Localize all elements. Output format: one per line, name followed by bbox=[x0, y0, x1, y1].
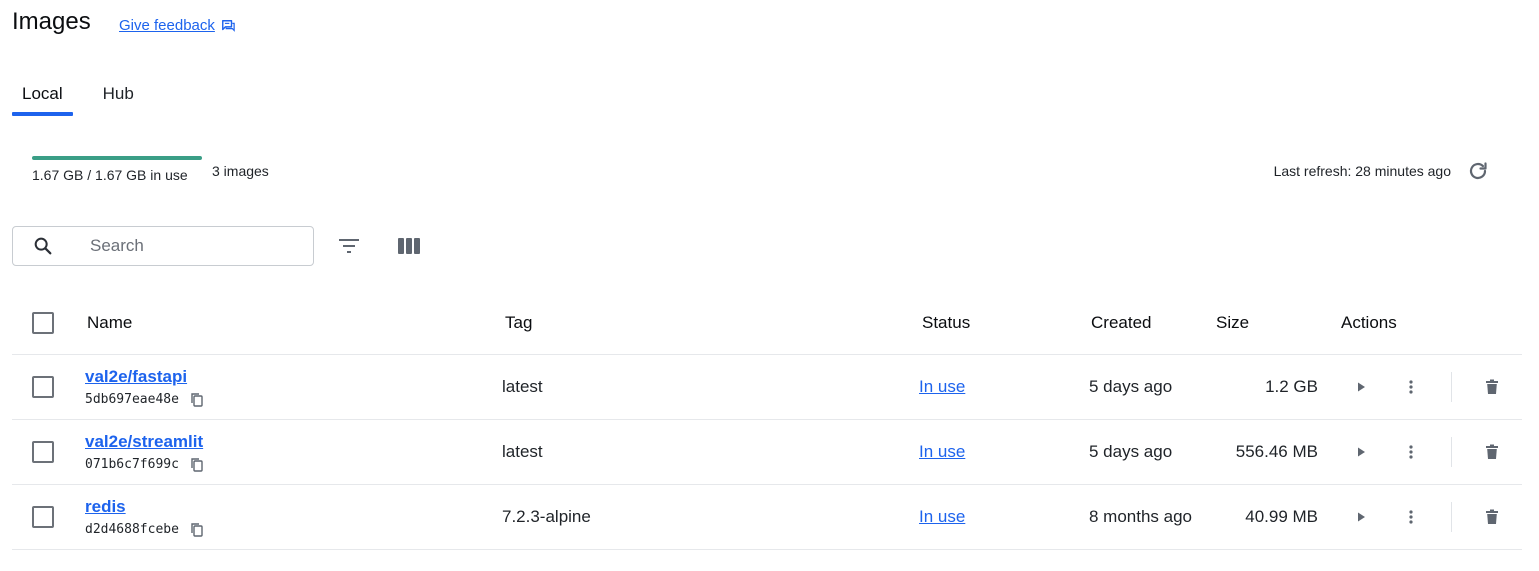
trash-icon bbox=[1479, 374, 1505, 400]
row-select-cell bbox=[32, 355, 54, 419]
search-box bbox=[12, 226, 314, 266]
tab-hub[interactable]: Hub bbox=[93, 80, 144, 116]
run-button[interactable] bbox=[1348, 485, 1374, 549]
image-id: 5db697eae48e bbox=[85, 392, 179, 407]
feedback-icon bbox=[221, 19, 235, 32]
status-cell: In use bbox=[919, 485, 965, 549]
image-name-cell: val2e/fastapi 5db697eae48e bbox=[85, 355, 205, 419]
more-actions-button[interactable] bbox=[1398, 485, 1424, 549]
copy-id-button[interactable] bbox=[189, 392, 205, 408]
play-icon bbox=[1348, 504, 1374, 530]
image-tag: latest bbox=[502, 442, 543, 461]
row-select-cell bbox=[32, 485, 54, 549]
filter-icon bbox=[339, 239, 359, 253]
copy-id-button[interactable] bbox=[189, 457, 205, 473]
run-button[interactable] bbox=[1348, 355, 1374, 419]
delete-button[interactable] bbox=[1479, 420, 1505, 484]
size-value: 1.2 GB bbox=[1265, 377, 1318, 396]
run-button[interactable] bbox=[1348, 420, 1374, 484]
image-name-cell: val2e/streamlit 071b6c7f699c bbox=[85, 420, 205, 484]
tab-local[interactable]: Local bbox=[12, 80, 73, 116]
status-link[interactable]: In use bbox=[919, 377, 965, 397]
more-actions-button[interactable] bbox=[1398, 420, 1424, 484]
tab-bar: Local Hub bbox=[12, 80, 144, 116]
image-name-link[interactable]: val2e/fastapi bbox=[85, 367, 187, 387]
copy-icon bbox=[191, 522, 203, 537]
page-title: Images bbox=[12, 8, 91, 35]
filter-button[interactable] bbox=[334, 232, 364, 260]
search-icon bbox=[34, 237, 52, 255]
column-header-size[interactable]: Size bbox=[1216, 292, 1249, 354]
image-name-cell: redis d2d4688fcebe bbox=[85, 485, 205, 549]
status-cell: In use bbox=[919, 420, 965, 484]
status-cell: In use bbox=[919, 355, 965, 419]
size-value: 556.46 MB bbox=[1235, 442, 1318, 461]
refresh-icon bbox=[1469, 162, 1487, 180]
image-count: 3 images bbox=[212, 163, 269, 179]
image-name-link[interactable]: val2e/streamlit bbox=[85, 432, 203, 452]
action-divider bbox=[1451, 420, 1452, 484]
size-value: 40.99 MB bbox=[1245, 507, 1318, 526]
more-vertical-icon bbox=[1398, 504, 1424, 530]
row-checkbox[interactable] bbox=[32, 441, 54, 463]
action-divider bbox=[1451, 485, 1452, 549]
play-icon bbox=[1348, 439, 1374, 465]
more-actions-button[interactable] bbox=[1398, 355, 1424, 419]
image-id: 071b6c7f699c bbox=[85, 457, 179, 472]
image-id-line: d2d4688fcebe bbox=[85, 522, 205, 538]
row-checkbox[interactable] bbox=[32, 506, 54, 528]
copy-id-button[interactable] bbox=[189, 522, 205, 538]
image-tag: 7.2.3-alpine bbox=[502, 507, 591, 526]
disk-usage-bar bbox=[32, 156, 202, 160]
table-row[interactable]: val2e/fastapi 5db697eae48e latest In use… bbox=[12, 355, 1522, 420]
images-page: Images Give feedback Local Hub 1.67 GB /… bbox=[0, 0, 1539, 571]
columns-button[interactable] bbox=[394, 232, 424, 260]
copy-icon bbox=[191, 392, 203, 407]
trash-icon bbox=[1479, 504, 1505, 530]
trash-icon bbox=[1479, 439, 1505, 465]
column-header-actions: Actions bbox=[1341, 313, 1397, 332]
last-refresh-text: Last refresh: 28 minutes ago bbox=[1273, 163, 1451, 179]
select-all-checkbox[interactable] bbox=[32, 312, 54, 334]
give-feedback-label: Give feedback bbox=[119, 17, 215, 34]
column-header-name[interactable]: Name bbox=[87, 292, 132, 354]
column-header-status[interactable]: Status bbox=[922, 292, 970, 354]
disk-usage-text: 1.67 GB / 1.67 GB in use bbox=[32, 167, 188, 183]
created-value: 5 days ago bbox=[1089, 377, 1173, 396]
columns-icon bbox=[398, 238, 420, 254]
status-link[interactable]: In use bbox=[919, 507, 965, 527]
row-select-cell bbox=[32, 420, 54, 484]
image-tag: latest bbox=[502, 377, 543, 396]
disk-usage-fill bbox=[32, 156, 202, 160]
more-vertical-icon bbox=[1398, 439, 1424, 465]
copy-icon bbox=[191, 457, 203, 472]
image-id-line: 071b6c7f699c bbox=[85, 457, 205, 473]
images-table: Name Tag Status Created Size Actions val… bbox=[12, 292, 1522, 550]
table-row[interactable]: redis d2d4688fcebe 7.2.3-alpine In use 8… bbox=[12, 485, 1522, 550]
table-header-row: Name Tag Status Created Size Actions bbox=[12, 292, 1522, 355]
delete-button[interactable] bbox=[1479, 485, 1505, 549]
image-id: d2d4688fcebe bbox=[85, 522, 179, 537]
give-feedback-link[interactable]: Give feedback bbox=[119, 17, 235, 34]
delete-button[interactable] bbox=[1479, 355, 1505, 419]
refresh-button[interactable] bbox=[1464, 157, 1492, 185]
column-header-tag[interactable]: Tag bbox=[505, 292, 532, 354]
more-vertical-icon bbox=[1398, 374, 1424, 400]
search-input[interactable] bbox=[90, 236, 290, 256]
created-value: 8 months ago bbox=[1089, 507, 1193, 526]
image-id-line: 5db697eae48e bbox=[85, 392, 205, 408]
row-checkbox[interactable] bbox=[32, 376, 54, 398]
status-link[interactable]: In use bbox=[919, 442, 965, 462]
created-value: 5 days ago bbox=[1089, 442, 1173, 461]
table-row[interactable]: val2e/streamlit 071b6c7f699c latest In u… bbox=[12, 420, 1522, 485]
action-divider bbox=[1451, 355, 1452, 419]
image-name-link[interactable]: redis bbox=[85, 497, 126, 517]
column-header-created[interactable]: Created bbox=[1091, 292, 1151, 354]
play-icon bbox=[1348, 374, 1374, 400]
select-all-cell bbox=[32, 292, 54, 354]
